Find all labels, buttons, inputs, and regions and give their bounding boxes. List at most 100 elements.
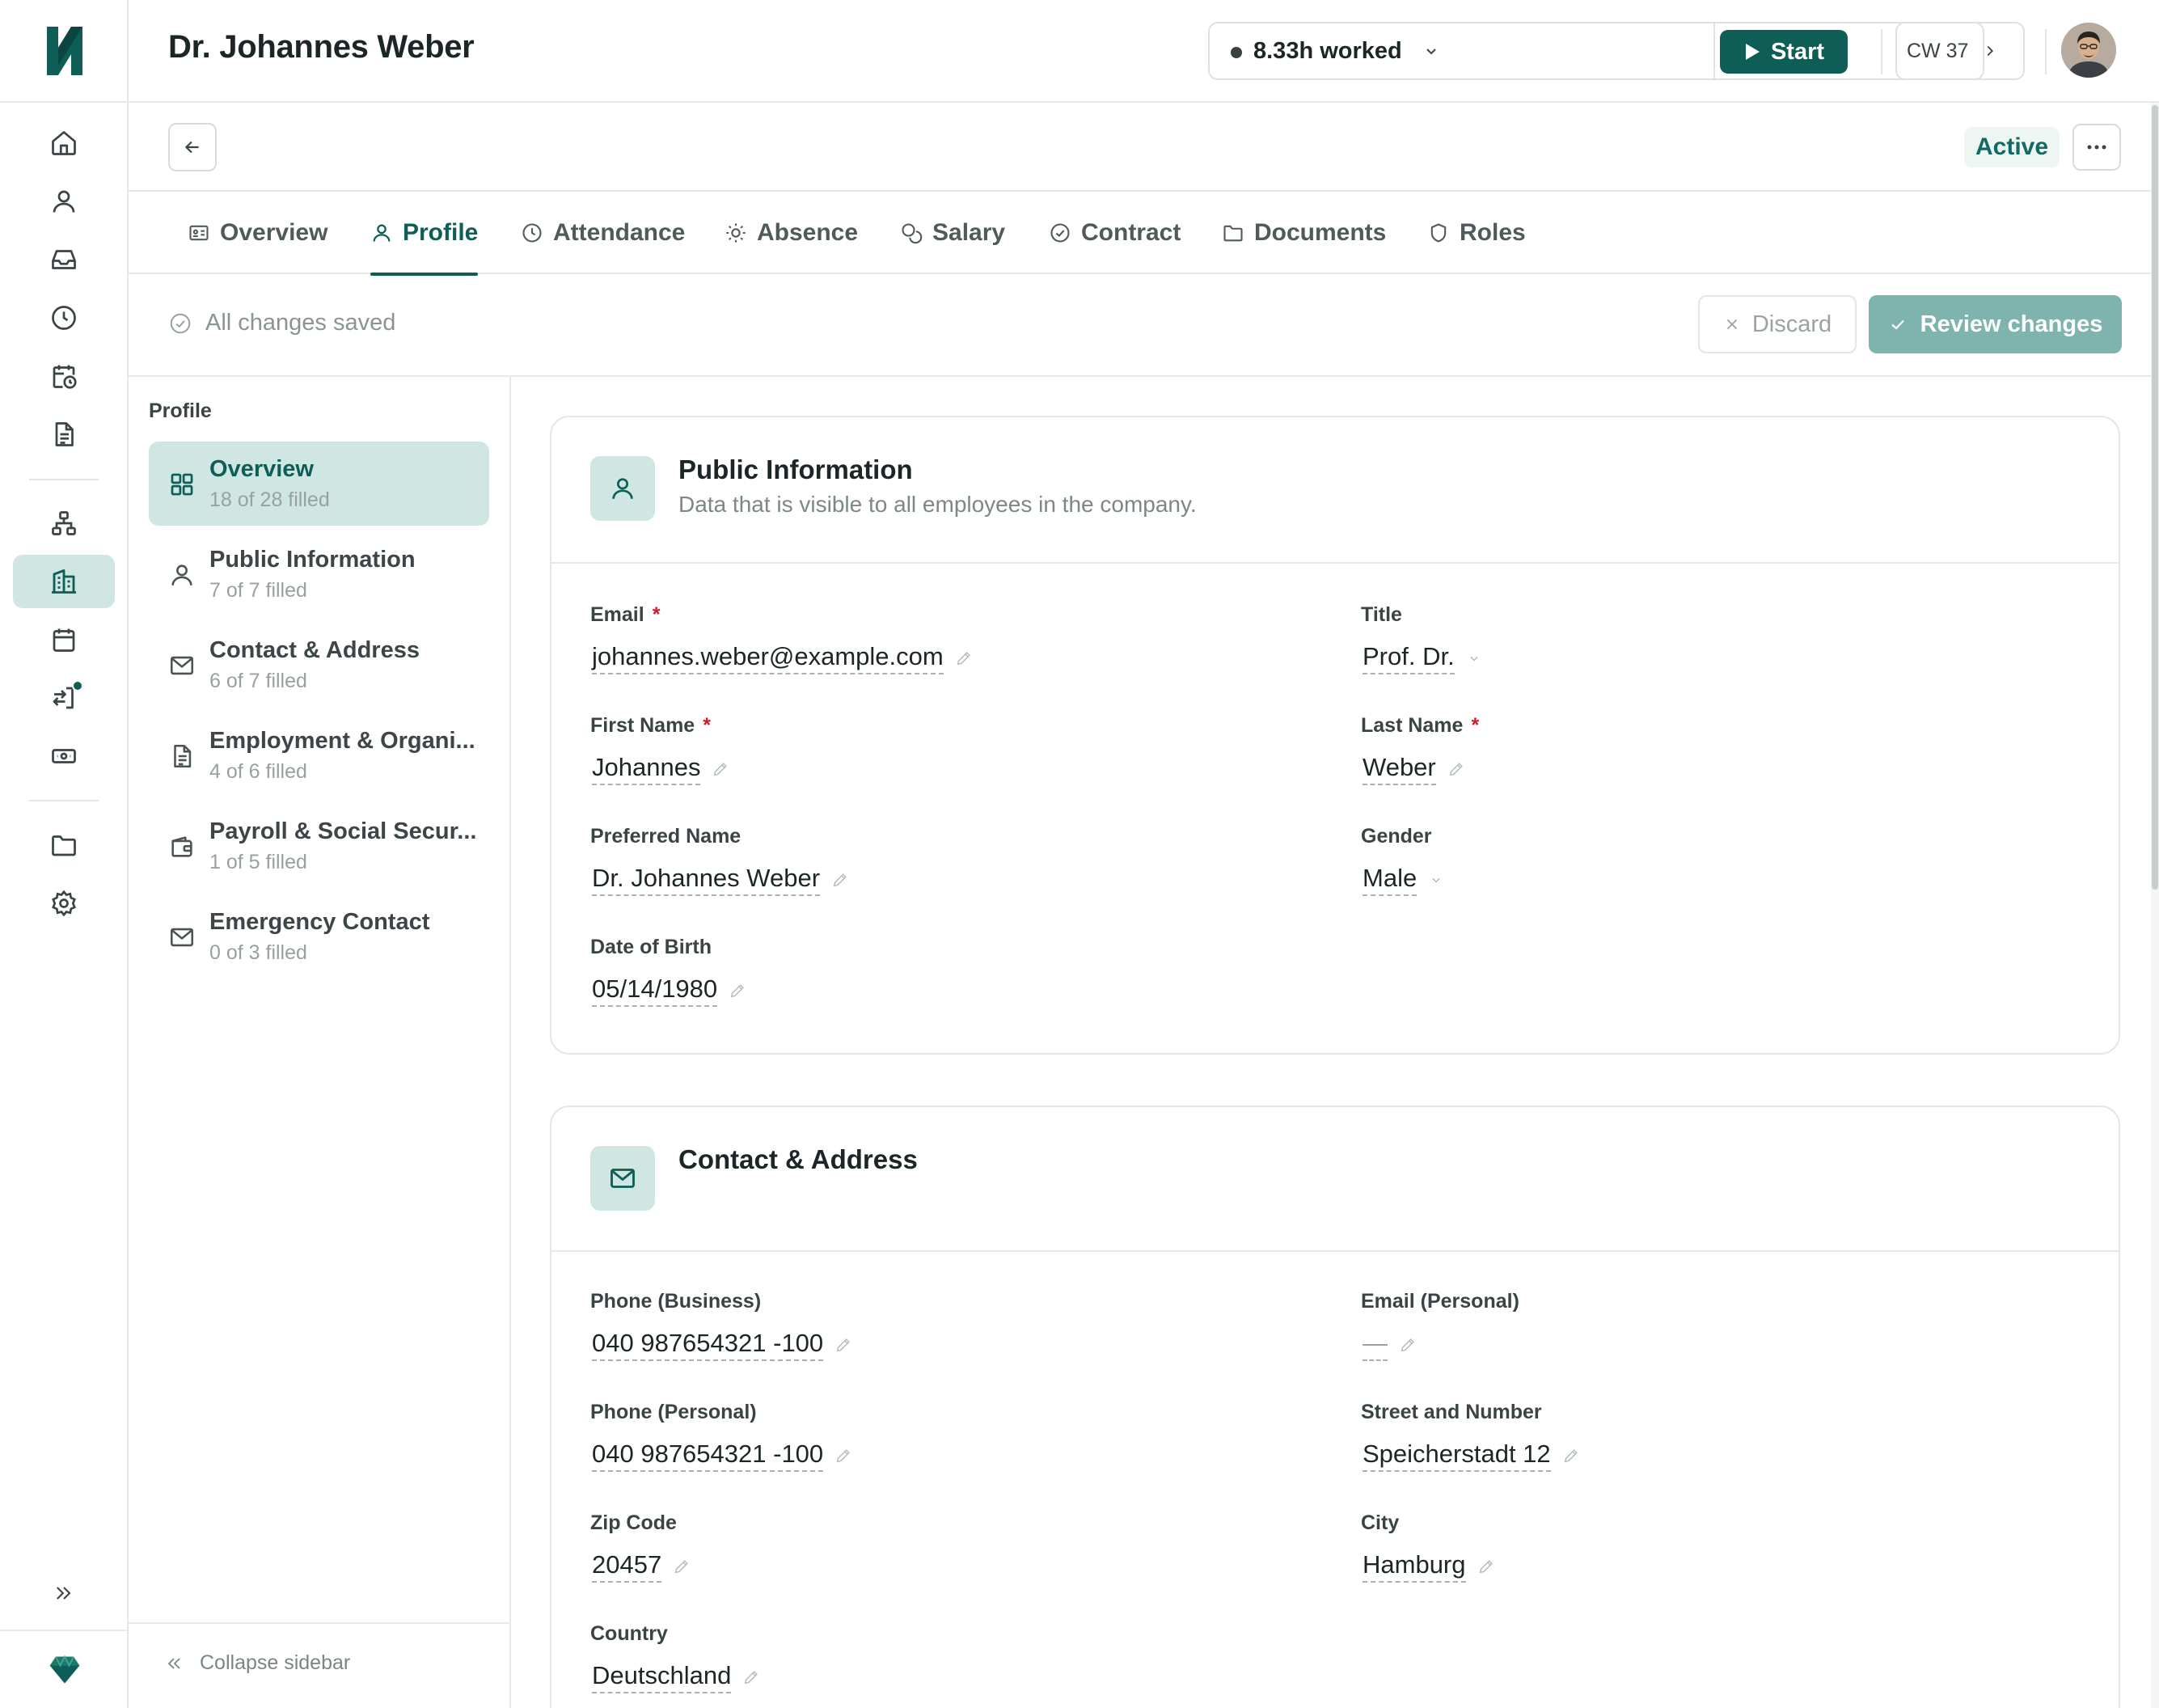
review-changes-button[interactable]: Review changes: [1869, 295, 2122, 353]
id-card-icon: [189, 225, 209, 241]
mail-icon: [590, 1146, 655, 1211]
card-header: Contact & Address: [551, 1107, 2119, 1252]
tab-overview[interactable]: Overview: [188, 192, 327, 274]
clock-icon[interactable]: [13, 291, 115, 345]
phone-business-field: Phone (Business) 040 987654321 -100: [590, 1290, 851, 1361]
section-item-progress: 4 of 6 filled: [209, 760, 307, 783]
chevron-right-icon: [1988, 45, 1994, 57]
date-of-birth-input[interactable]: 05/14/1980: [592, 974, 746, 1007]
zip-code-input[interactable]: 20457: [592, 1550, 691, 1583]
chevron-down-icon[interactable]: [1422, 41, 1441, 65]
user-icon[interactable]: [13, 175, 115, 228]
required-marker: *: [1471, 714, 1480, 737]
record-toolbar: Active: [129, 103, 2159, 192]
company-icon[interactable]: [13, 555, 115, 608]
first-name-input[interactable]: Johannes: [592, 753, 729, 785]
tab-label: Absence: [757, 219, 859, 246]
rail-divider: [29, 479, 99, 480]
chevrons-left-icon: [167, 1657, 180, 1669]
app-logo[interactable]: [0, 0, 129, 103]
scrollbar-thumb[interactable]: [2152, 105, 2158, 890]
section-item-emergency-contact[interactable]: Emergency Contact 0 of 3 filled: [149, 894, 489, 979]
field-value: Male: [1363, 864, 1418, 896]
phone-personal-input[interactable]: 040 987654321 -100: [592, 1440, 852, 1472]
more-options-button[interactable]: [2072, 124, 2121, 171]
gender-select[interactable]: Male: [1363, 864, 1444, 896]
inbox-icon[interactable]: [13, 233, 115, 286]
gear-icon[interactable]: [13, 877, 115, 930]
section-sidebar-heading: Profile: [149, 400, 212, 422]
folder-icon[interactable]: [13, 818, 115, 872]
email-personal-input[interactable]: —: [1363, 1329, 1417, 1361]
start-timer-button[interactable]: Start: [1720, 30, 1848, 74]
pencil-icon: [714, 763, 728, 776]
field-label: Zip Code: [590, 1511, 677, 1534]
tab-label: Attendance: [553, 219, 686, 246]
country-field: Country Deutschland: [590, 1622, 758, 1693]
section-item-employment[interactable]: Employment & Organi... 4 of 6 filled: [149, 713, 489, 797]
document-icon[interactable]: [13, 408, 115, 461]
tab-label: Overview: [220, 219, 328, 246]
field-value: 040 987654321 -100: [592, 1440, 824, 1472]
org-chart-icon[interactable]: [13, 497, 115, 550]
field-value: johannes.weber@example.com: [592, 642, 944, 674]
tab-attendance[interactable]: Attendance: [521, 192, 685, 274]
section-item-payroll[interactable]: Payroll & Social Secur... 1 of 5 filled: [149, 804, 489, 888]
notification-dot: [72, 680, 83, 691]
play-icon: [1745, 44, 1760, 60]
collapse-sidebar-label: Collapse sidebar: [200, 1651, 351, 1674]
pencil-icon: [745, 1671, 758, 1685]
page-title: Dr. Johannes Weber: [168, 29, 475, 65]
collapse-sidebar-button[interactable]: Collapse sidebar: [129, 1622, 509, 1708]
money-icon[interactable]: [13, 729, 115, 783]
card-title: Contact & Address: [678, 1144, 918, 1174]
preferred-name-input[interactable]: Dr. Johannes Weber: [592, 864, 849, 896]
calendar-icon[interactable]: [13, 613, 115, 666]
section-item-label: Employment & Organi...: [209, 728, 475, 754]
email-field: Email * johannes.weber@example.com: [590, 603, 970, 674]
section-item-progress: 0 of 3 filled: [209, 941, 307, 964]
save-toolbar: All changes saved Discard Review changes: [129, 274, 2159, 377]
city-input[interactable]: Hamburg: [1363, 1550, 1495, 1583]
expand-rail-icon[interactable]: [13, 1571, 115, 1616]
tab-roles[interactable]: Roles: [1427, 192, 1526, 274]
tab-absence[interactable]: Absence: [725, 192, 858, 274]
street-input[interactable]: Speicherstadt 12: [1363, 1440, 1580, 1472]
field-value: Johannes: [592, 753, 701, 785]
calendar-clock-icon[interactable]: [13, 349, 115, 403]
back-button[interactable]: [168, 123, 217, 171]
pencil-icon: [836, 1338, 851, 1352]
discard-button[interactable]: Discard: [1698, 295, 1857, 353]
section-item-contact-address[interactable]: Contact & Address 6 of 7 filled: [149, 623, 489, 707]
mail-icon: [168, 924, 196, 955]
tab-profile[interactable]: Profile: [370, 192, 479, 276]
last-name-input[interactable]: Weber: [1363, 753, 1465, 785]
tab-salary[interactable]: Salary: [900, 192, 1005, 274]
worked-hours[interactable]: 8.33h worked: [1253, 38, 1402, 65]
section-item-public-information[interactable]: Public Information 7 of 7 filled: [149, 532, 489, 616]
pencil-icon: [674, 1560, 689, 1574]
clock-icon: [522, 223, 542, 243]
avatar[interactable]: [2061, 23, 2116, 78]
section-item-overview[interactable]: Overview 18 of 28 filled: [149, 442, 489, 526]
tab-contract[interactable]: Contract: [1049, 192, 1181, 274]
review-label: Review changes: [1920, 311, 2103, 337]
calendar-week-button[interactable]: CW 37: [1895, 22, 2025, 80]
field-value: Speicherstadt 12: [1363, 1440, 1551, 1472]
field-value: Dr. Johannes Weber: [592, 864, 821, 896]
tab-label: Contract: [1081, 219, 1181, 246]
phone-business-input[interactable]: 040 987654321 -100: [592, 1329, 852, 1361]
home-icon[interactable]: [13, 116, 115, 170]
pencil-icon: [1479, 1560, 1493, 1574]
preferred-name-field: Preferred Name Dr. Johannes Weber: [590, 825, 847, 896]
coins-icon: [902, 223, 923, 244]
title-select[interactable]: Prof. Dr.: [1363, 642, 1482, 674]
phone-personal-field: Phone (Personal) 040 987654321 -100: [590, 1401, 851, 1472]
tab-documents[interactable]: Documents: [1222, 192, 1386, 274]
email-input[interactable]: johannes.weber@example.com: [592, 642, 973, 674]
section-item-label: Emergency Contact: [209, 909, 430, 935]
workspace-switcher[interactable]: [0, 1630, 129, 1708]
transfer-icon[interactable]: [13, 671, 115, 725]
country-input[interactable]: Deutschland: [592, 1661, 760, 1693]
tab-bar: Overview Profile Attendance Absence Sala…: [129, 192, 2159, 276]
